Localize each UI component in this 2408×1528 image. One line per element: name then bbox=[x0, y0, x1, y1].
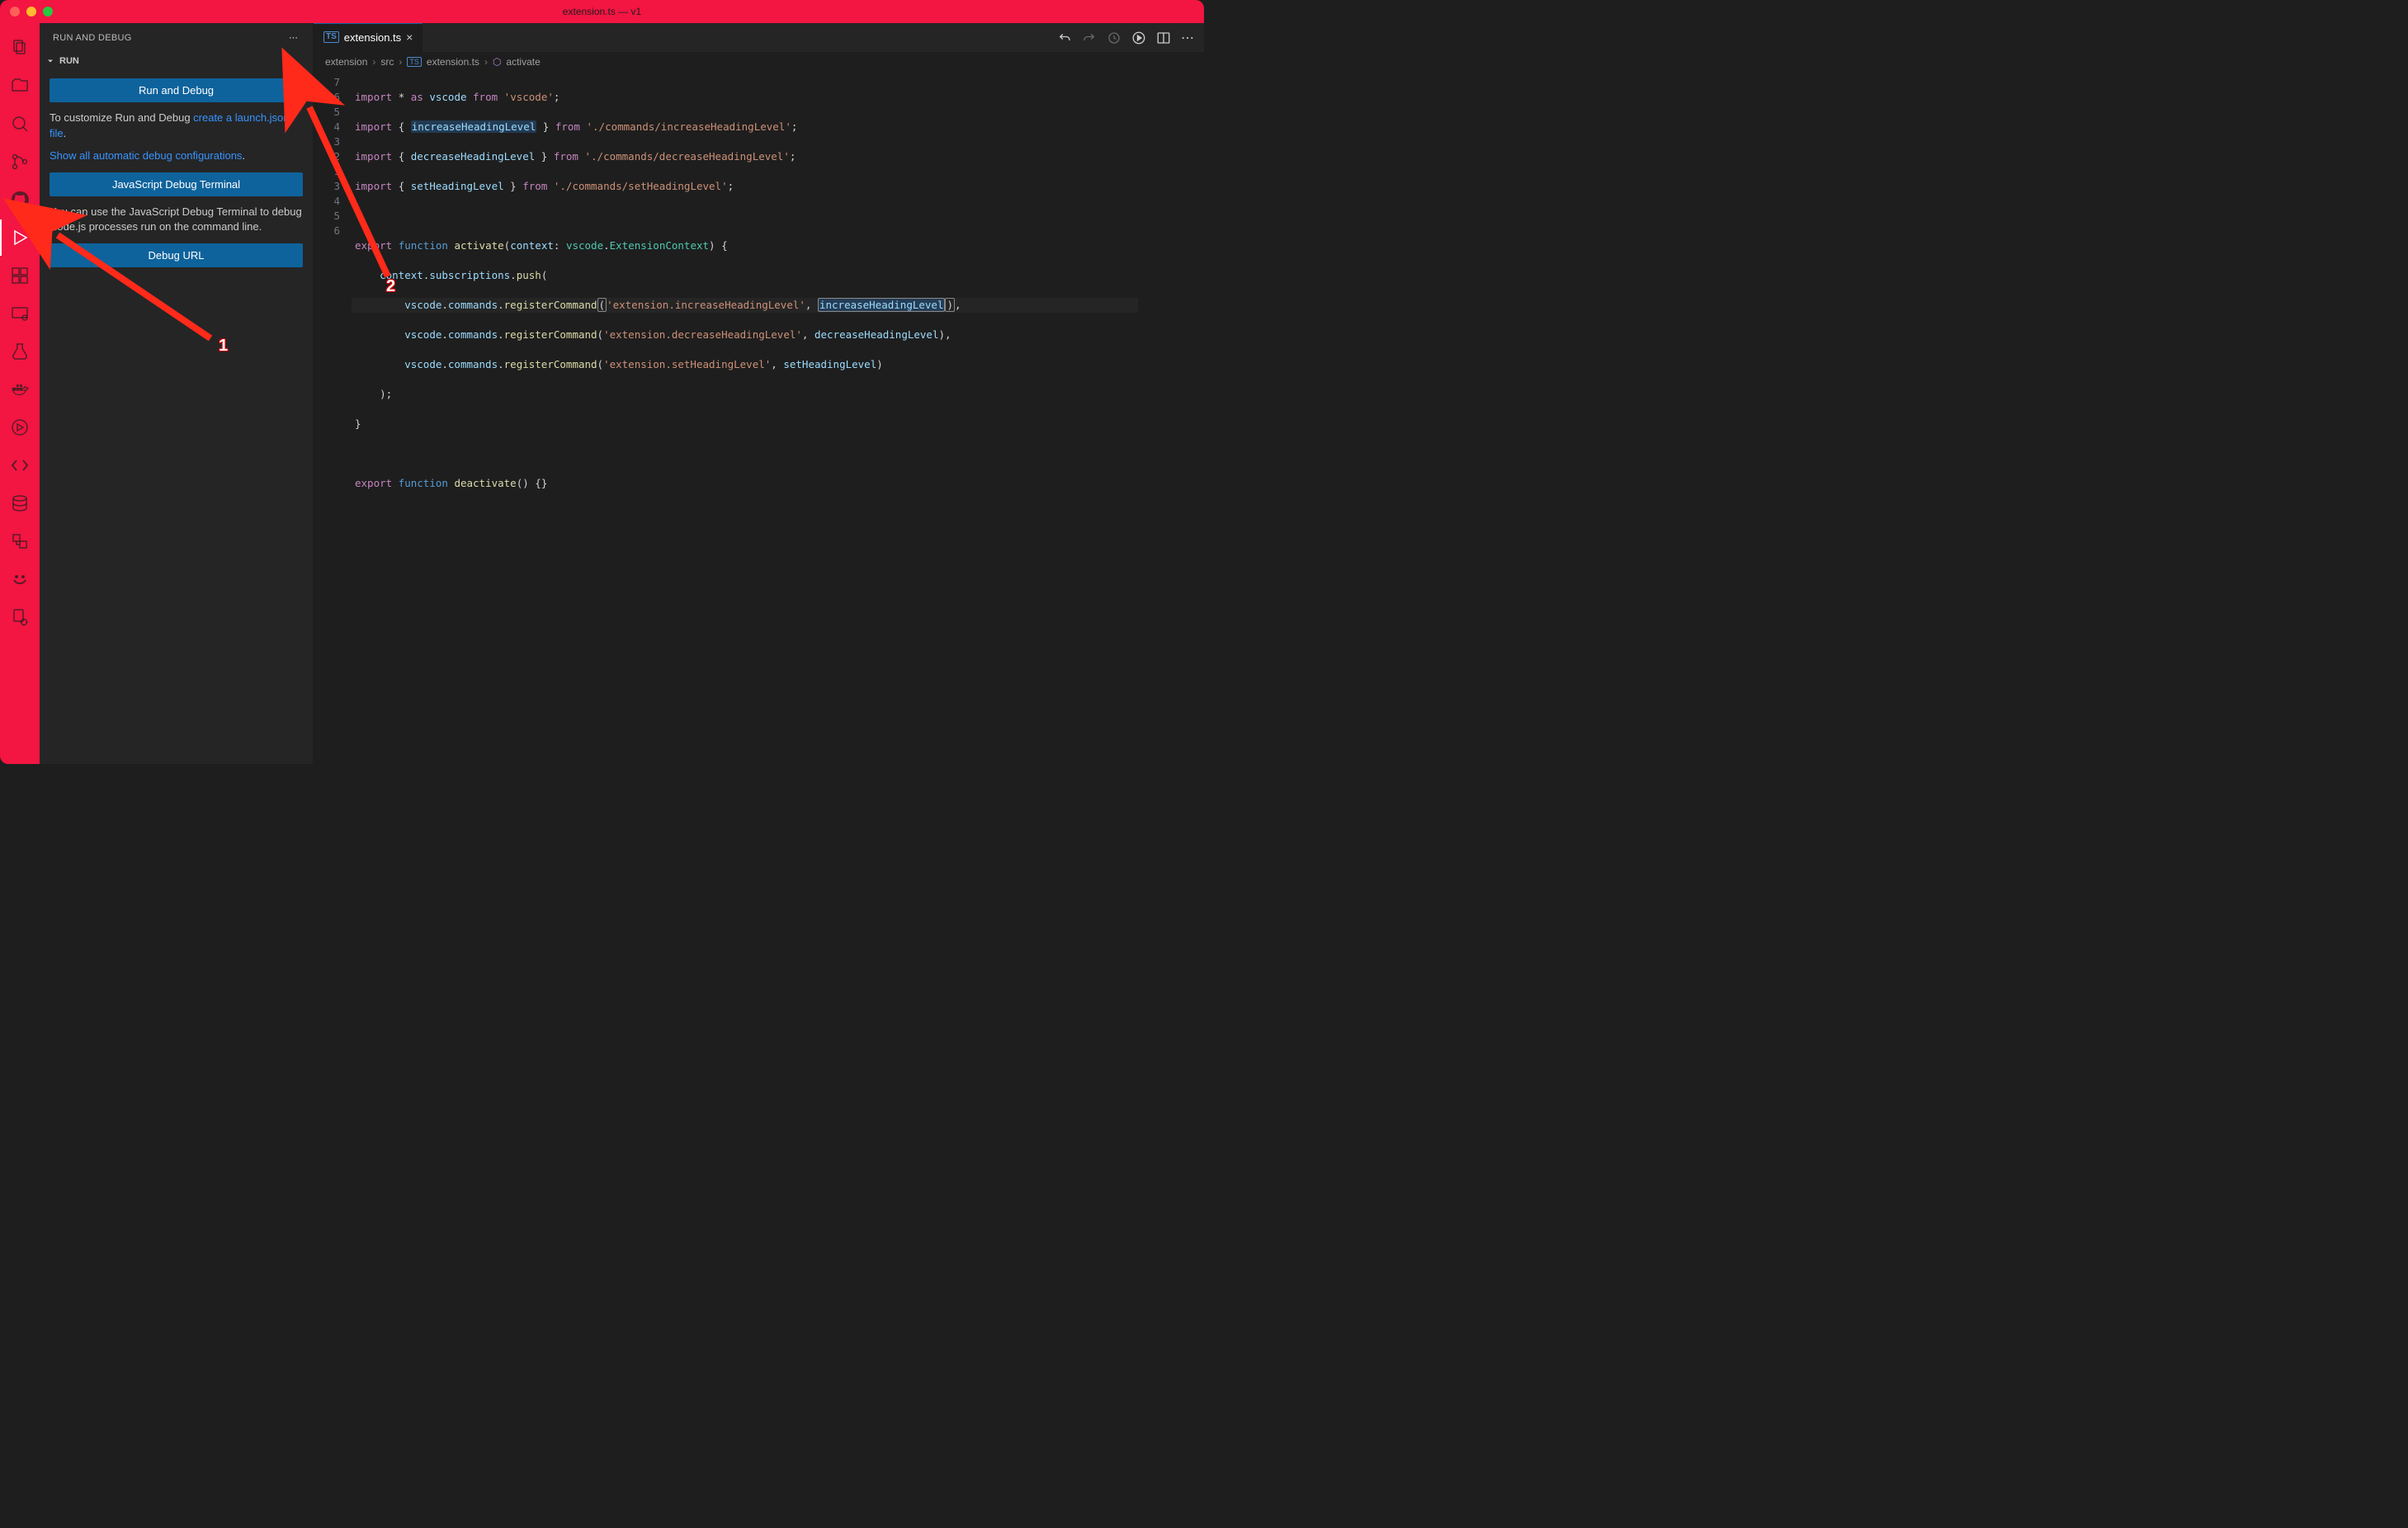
activity-test-icon[interactable] bbox=[0, 333, 40, 370]
breadcrumb-seg[interactable]: src bbox=[380, 56, 394, 68]
breadcrumb-seg[interactable]: extension bbox=[325, 56, 367, 68]
js-terminal-text: You can use the JavaScript Debug Termina… bbox=[50, 205, 303, 236]
editor-more-icon[interactable]: ⋯ bbox=[1181, 31, 1196, 45]
go-back-icon[interactable] bbox=[1057, 31, 1072, 45]
sidebar-header: RUN AND DEBUG ⋯ bbox=[40, 23, 313, 52]
chevron-right-icon: › bbox=[484, 56, 488, 68]
breadcrumb[interactable]: extension › src › TS extension.ts › ⬡ ac… bbox=[314, 52, 1204, 72]
window-zoom-button[interactable] bbox=[43, 7, 53, 17]
sidebar-section-run[interactable]: RUN bbox=[40, 52, 313, 70]
js-debug-terminal-button[interactable]: JavaScript Debug Terminal bbox=[50, 172, 303, 196]
code-content[interactable]: import * as vscode from 'vscode'; import… bbox=[352, 72, 1138, 764]
show-debug-configs-link[interactable]: Show all automatic debug configurations bbox=[50, 149, 242, 162]
run-icon[interactable] bbox=[1131, 31, 1146, 45]
activity-server-icon[interactable] bbox=[0, 523, 40, 559]
activity-bar bbox=[0, 23, 40, 764]
tabs-row: TS extension.ts × ⋯ bbox=[314, 23, 1204, 52]
chevron-down-icon bbox=[45, 55, 56, 67]
tab-close-icon[interactable]: × bbox=[406, 31, 413, 44]
ts-icon: TS bbox=[323, 31, 339, 43]
activity-brackets-icon[interactable] bbox=[0, 447, 40, 483]
code-editor[interactable]: 7 6 5 4 3 2 1 3 4 5 6 import * as vscode… bbox=[314, 72, 1204, 764]
gutter: 7 6 5 4 3 2 1 3 4 5 6 bbox=[314, 72, 352, 764]
sidebar-title: RUN AND DEBUG bbox=[53, 33, 132, 43]
activity-database-icon[interactable] bbox=[0, 485, 40, 521]
nav-icon-3[interactable] bbox=[1107, 31, 1121, 45]
activity-docker-icon[interactable] bbox=[0, 371, 40, 408]
activity-run-debug-icon[interactable] bbox=[0, 219, 40, 256]
activity-open-editors-icon[interactable] bbox=[0, 68, 40, 104]
activity-search-icon[interactable] bbox=[0, 106, 40, 142]
ts-icon: TS bbox=[407, 57, 422, 67]
sidebar: RUN AND DEBUG ⋯ RUN Run and Debug To cus… bbox=[40, 23, 314, 764]
go-forward-icon[interactable] bbox=[1082, 31, 1097, 45]
debug-url-button[interactable]: Debug URL bbox=[50, 243, 303, 267]
chevron-right-icon: › bbox=[399, 56, 402, 68]
tab-extension-ts[interactable]: TS extension.ts × bbox=[314, 23, 423, 52]
activity-circle-icon[interactable] bbox=[0, 409, 40, 446]
customize-text: To customize Run and Debug create a laun… bbox=[50, 111, 303, 142]
breadcrumb-seg[interactable]: activate bbox=[506, 56, 540, 68]
run-and-debug-button[interactable]: Run and Debug bbox=[50, 78, 303, 102]
window-minimize-button[interactable] bbox=[26, 7, 36, 17]
activity-github-icon[interactable] bbox=[0, 182, 40, 218]
activity-extensions-icon[interactable] bbox=[0, 257, 40, 294]
activity-gear-file-icon[interactable] bbox=[0, 599, 40, 635]
activity-source-control-icon[interactable] bbox=[0, 144, 40, 180]
window-title: extension.ts — v1 bbox=[563, 6, 641, 17]
sidebar-more-icon[interactable]: ⋯ bbox=[289, 32, 300, 43]
symbol-method-icon: ⬡ bbox=[493, 56, 501, 68]
activity-smile-icon[interactable] bbox=[0, 561, 40, 597]
editor-area: TS extension.ts × ⋯ extension › src › bbox=[314, 23, 1204, 764]
show-configs-text: Show all automatic debug configurations. bbox=[50, 149, 303, 164]
activity-remote-icon[interactable] bbox=[0, 295, 40, 332]
section-label: RUN bbox=[59, 56, 79, 66]
split-editor-icon[interactable] bbox=[1156, 31, 1171, 45]
window-close-button[interactable] bbox=[10, 7, 20, 17]
activity-explorer-icon[interactable] bbox=[0, 30, 40, 66]
minimap[interactable] bbox=[1138, 72, 1204, 764]
chevron-right-icon: › bbox=[372, 56, 375, 68]
breadcrumb-seg[interactable]: extension.ts bbox=[427, 56, 479, 68]
titlebar: extension.ts — v1 bbox=[0, 0, 1204, 23]
tab-label: extension.ts bbox=[344, 31, 401, 44]
